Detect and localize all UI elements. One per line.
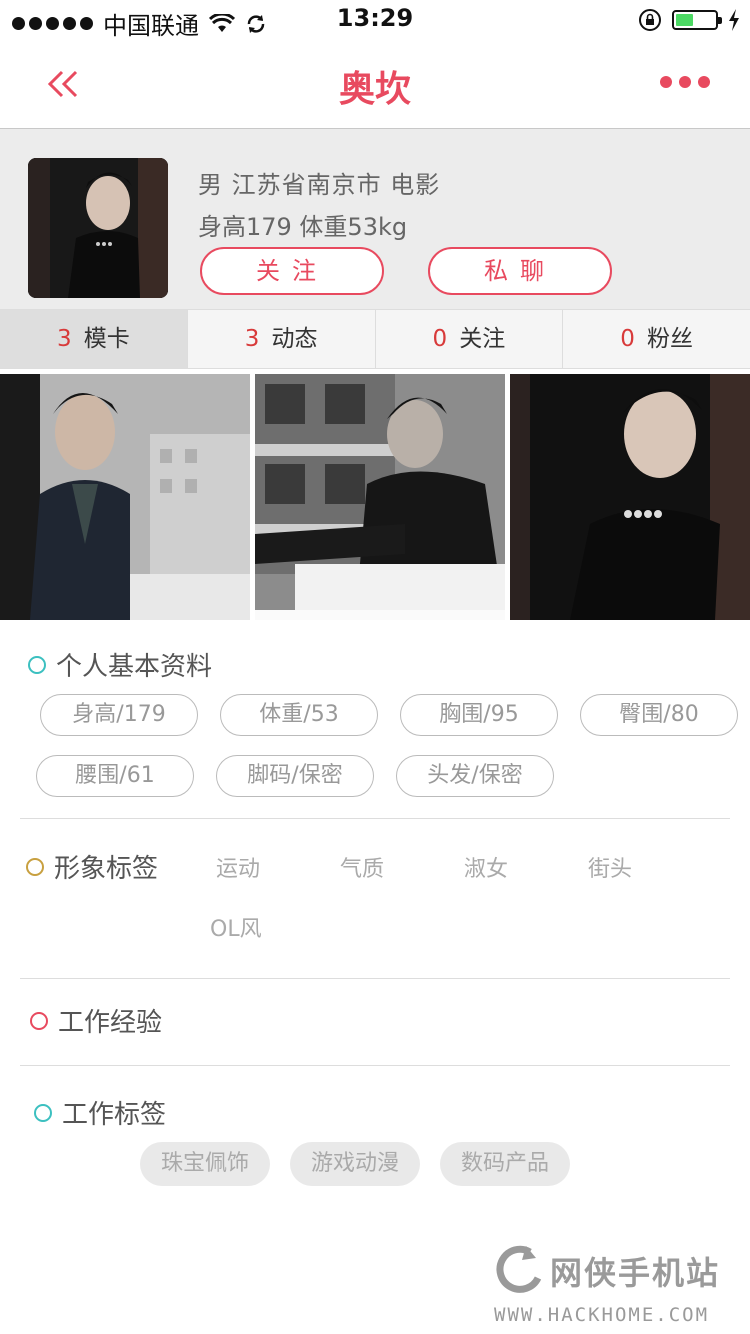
section-work-experience: 工作经验	[30, 1002, 162, 1039]
watermark: 网侠手机站 WWW.HACKHOME.COM	[488, 1240, 750, 1334]
tab-count: 3	[57, 326, 72, 352]
section-title: 工作经验	[58, 1008, 163, 1038]
profile-tabs: 3 模卡 3 动态 0 关注 0 粉丝	[0, 309, 750, 369]
battery-icon	[672, 10, 722, 30]
info-pill-hip: 臀围/80	[580, 694, 738, 736]
image-tag[interactable]: OL风	[210, 911, 262, 943]
nav-bar: 奥坎	[0, 40, 750, 129]
tab-moments[interactable]: 3 动态	[188, 310, 376, 368]
section-image-tags: 形象标签	[26, 848, 158, 885]
circle-marker-icon	[28, 655, 46, 674]
info-pill-height: 身高/179	[40, 694, 198, 736]
section-basic-info: 个人基本资料	[28, 646, 212, 683]
photo-thumbnail[interactable]	[255, 374, 505, 620]
page-title: 奥坎	[338, 69, 411, 110]
profile-header: 男 江苏省南京市 电影 身高179 体重53kg 关注 私聊	[0, 129, 750, 309]
image-tag[interactable]: 运动	[216, 851, 260, 883]
divider	[20, 818, 730, 819]
section-title: 个人基本资料	[56, 652, 213, 682]
section-title: 形象标签	[54, 854, 159, 884]
work-tag[interactable]: 游戏动漫	[290, 1142, 420, 1186]
private-chat-button[interactable]: 私聊	[428, 247, 612, 295]
work-tag[interactable]: 珠宝佩饰	[140, 1142, 270, 1186]
tab-count: 0	[432, 326, 448, 352]
divider	[20, 1065, 730, 1066]
image-tag[interactable]: 淑女	[464, 851, 508, 883]
avatar[interactable]	[28, 158, 168, 298]
tab-count: 0	[620, 326, 635, 352]
charging-bolt-icon	[729, 9, 739, 31]
photo-thumbnail[interactable]	[510, 374, 750, 620]
info-pill-shoe: 脚码/保密	[216, 755, 374, 797]
circle-marker-icon	[26, 857, 44, 876]
watermark-name: 网侠手机站	[550, 1254, 721, 1292]
profile-info-line2: 身高179 体重53kg	[198, 213, 408, 241]
section-work-tags: 工作标签	[34, 1094, 166, 1131]
circle-marker-icon	[30, 1011, 48, 1030]
tab-fans[interactable]: 0 粉丝	[563, 310, 750, 368]
photo-thumbnail[interactable]	[0, 374, 250, 620]
tab-following[interactable]: 0 关注	[376, 310, 564, 368]
more-dots-icon[interactable]	[660, 76, 710, 88]
tab-model-card[interactable]: 3 模卡	[0, 310, 188, 368]
info-pill-hair: 头发/保密	[396, 755, 554, 797]
work-tag[interactable]: 数码产品	[440, 1142, 570, 1186]
tab-label: 关注	[459, 326, 506, 352]
tab-label: 动态	[271, 326, 318, 352]
image-tag[interactable]: 气质	[340, 851, 384, 883]
info-pill-waist: 腰围/61	[36, 755, 194, 797]
info-pill-weight: 体重/53	[220, 694, 378, 736]
section-title: 工作标签	[62, 1100, 167, 1130]
rotation-lock-icon	[639, 9, 661, 31]
watermark-url: WWW.HACKHOME.COM	[494, 1304, 710, 1326]
divider	[20, 978, 730, 979]
follow-button[interactable]: 关注	[200, 247, 384, 295]
info-pill-chest: 胸围/95	[400, 694, 558, 736]
watermark-logo-icon	[496, 1245, 542, 1293]
circle-marker-icon	[34, 1103, 52, 1122]
image-tag[interactable]: 街头	[588, 851, 632, 883]
status-bar: 中国联通 13:29	[0, 0, 750, 40]
status-right	[638, 8, 740, 32]
tab-label: 模卡	[83, 326, 130, 352]
tab-count: 3	[244, 326, 260, 352]
tab-label: 粉丝	[646, 326, 693, 352]
photo-strip	[0, 374, 750, 620]
profile-info-line1: 男 江苏省南京市 电影	[198, 171, 441, 199]
